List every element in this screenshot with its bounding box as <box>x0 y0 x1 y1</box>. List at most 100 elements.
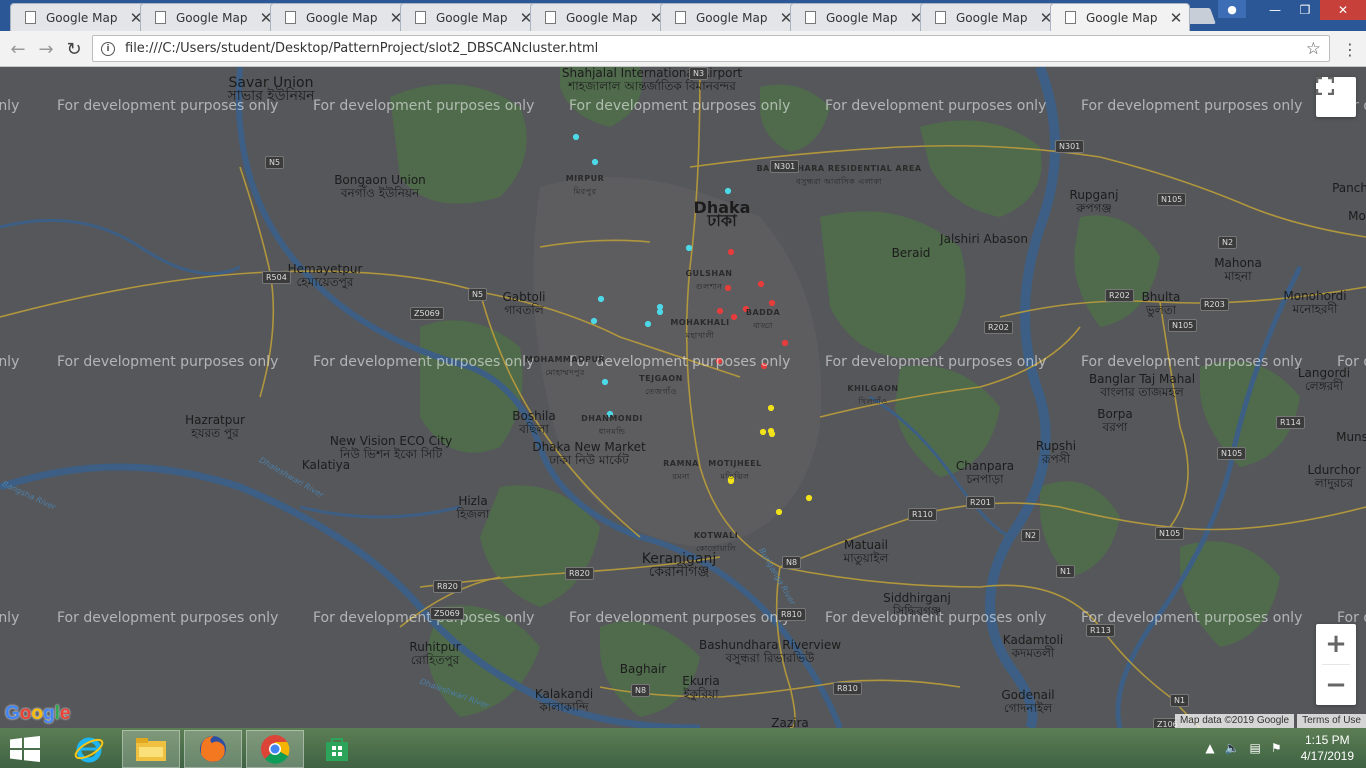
cluster-point-marker[interactable] <box>775 508 783 516</box>
restore-icon[interactable]: ❐ <box>1290 0 1320 20</box>
cluster-point-marker[interactable] <box>656 303 664 311</box>
cluster-point-marker[interactable] <box>597 295 605 303</box>
cluster-point-marker[interactable] <box>685 244 693 252</box>
place-label: Mahona মাহনা <box>1214 257 1262 283</box>
show-hidden-icons[interactable]: ▲ <box>1205 741 1214 755</box>
forward-icon[interactable]: → <box>34 37 58 61</box>
place-label: Siddhirganj সিদ্ধিরগঞ্জ <box>883 592 951 618</box>
browser-tab[interactable]: Google Map ✕ <box>920 3 1060 31</box>
place-label: Rupganj রুপগঞ্জ <box>1070 189 1119 215</box>
page-icon <box>805 11 816 24</box>
browser-tab[interactable]: Google Map ✕ <box>270 3 410 31</box>
store-icon[interactable] <box>308 730 366 768</box>
minimize-icon[interactable]: — <box>1260 0 1290 20</box>
page-icon <box>675 11 686 24</box>
area-label: RAMNA রমনা <box>663 457 699 483</box>
cluster-point-marker[interactable] <box>644 320 652 328</box>
fullscreen-button[interactable] <box>1316 77 1356 117</box>
area-name-bengali: বাড্ডা <box>753 321 773 330</box>
page-icon <box>285 11 296 24</box>
bookmark-star-icon[interactable]: ☆ <box>1306 39 1321 59</box>
dev-watermark: For development purposes only <box>0 354 20 370</box>
zoom-out-button[interactable]: − <box>1316 665 1356 705</box>
close-window-icon[interactable]: ✕ <box>1320 0 1366 20</box>
area-name: MOHAKHALI <box>670 318 730 327</box>
reload-icon[interactable]: ↻ <box>62 37 86 61</box>
map-canvas[interactable]: For development purposes only For develop… <box>0 67 1366 728</box>
volume-muted-icon[interactable]: 🔈 <box>1225 741 1240 755</box>
area-name: KOTWALI <box>693 531 739 540</box>
address-bar[interactable]: i ☆ <box>92 35 1330 62</box>
cluster-point-marker[interactable] <box>759 428 767 436</box>
cluster-point-marker[interactable] <box>768 299 776 307</box>
place-label: Ekuria ইকুরিয়া <box>682 675 719 701</box>
cluster-point-marker[interactable] <box>591 158 599 166</box>
cluster-point-marker[interactable] <box>727 248 735 256</box>
action-center-flag-icon[interactable]: ⚑ <box>1271 741 1282 755</box>
browser-tab[interactable]: Google Map ✕ <box>140 3 280 31</box>
browser-tab[interactable]: Google Map ✕ <box>10 3 150 31</box>
place-name-bengali: মাহনা <box>1224 269 1252 283</box>
back-icon[interactable]: ← <box>6 37 30 61</box>
cluster-point-marker[interactable] <box>767 404 775 412</box>
place-label: Beraid <box>892 247 931 260</box>
cluster-point-marker[interactable] <box>590 317 598 325</box>
cluster-point-marker[interactable] <box>656 308 664 316</box>
road-shield: N5 <box>265 156 285 169</box>
place-label: Jalshiri Abason <box>940 233 1028 246</box>
cluster-point-marker[interactable] <box>730 313 738 321</box>
place-name-bengali: গাবতলি <box>504 303 544 317</box>
internet-explorer-icon[interactable] <box>60 730 118 768</box>
browser-tab[interactable]: Google Map ✕ <box>790 3 930 31</box>
area-label: KOTWALI কোতোয়ালি <box>694 529 738 555</box>
firefox-icon[interactable] <box>184 730 242 768</box>
place-name-bengali: হযরত পুর <box>191 426 239 440</box>
place-name: Panch <box>1332 181 1366 195</box>
area-name: MOTIJHEEL <box>708 459 762 468</box>
cluster-point-marker[interactable] <box>757 280 765 288</box>
browser-tab-strip: Google Map ✕ Google Map ✕ Google Map ✕ Google … <box>0 0 1366 31</box>
page-icon <box>25 11 36 24</box>
place-label: Mo <box>1348 210 1366 223</box>
menu-icon[interactable]: ⋮ <box>1340 37 1360 61</box>
url-input[interactable] <box>125 41 1306 56</box>
place-name-bengali: লেঙ্গরদী <box>1304 379 1344 393</box>
zoom-in-button[interactable]: + <box>1316 624 1356 664</box>
close-tab-icon[interactable]: ✕ <box>1169 9 1183 27</box>
google-logo[interactable]: Google <box>5 703 70 725</box>
place-name-bengali: রুপগঞ্জ <box>1076 201 1112 215</box>
cluster-point-marker[interactable] <box>601 378 609 386</box>
dev-watermark: For development purposes only <box>313 354 535 370</box>
area-label: KHILGAON খিলগাঁও <box>847 382 898 408</box>
road-shield: N105 <box>1217 447 1247 460</box>
road-shield: N301 <box>1055 140 1085 153</box>
clock[interactable]: 1:15 PM 4/17/2019 <box>1301 732 1354 764</box>
place-label: Zazira <box>771 717 809 729</box>
file-explorer-icon[interactable] <box>122 730 180 768</box>
browser-tab[interactable]: Google Map ✕ <box>1050 3 1190 31</box>
dev-watermark: For development purposes only <box>1081 98 1303 114</box>
terms-of-use-link[interactable]: Terms of Use <box>1297 714 1366 728</box>
cluster-point-marker[interactable] <box>805 494 813 502</box>
tab-title: Google Map <box>566 10 638 25</box>
dev-watermark: For development purposes only <box>57 610 279 626</box>
cluster-point-marker[interactable] <box>768 430 776 438</box>
chrome-icon[interactable] <box>246 730 304 768</box>
place-name-bengali: বসুন্ধরা রিভারভিউ <box>725 651 815 665</box>
dev-watermark: For development purposes only <box>57 354 279 370</box>
road-shield: N105 <box>1157 193 1187 206</box>
cluster-point-marker[interactable] <box>724 187 732 195</box>
place-name-bengali: লাদুরচর <box>1314 476 1354 490</box>
browser-tab[interactable]: Google Map ✕ <box>400 3 540 31</box>
cluster-point-marker[interactable] <box>781 339 789 347</box>
place-name-bengali: মনোহরদী <box>1292 302 1338 316</box>
dev-watermark: For development purposes only <box>569 98 791 114</box>
profile-icon[interactable]: ● <box>1218 0 1246 18</box>
browser-tab[interactable]: Google Map ✕ <box>530 3 670 31</box>
start-windows-icon[interactable] <box>10 736 40 762</box>
cluster-point-marker[interactable] <box>716 307 724 315</box>
cluster-point-marker[interactable] <box>572 133 580 141</box>
network-icon[interactable]: ▤ <box>1250 741 1261 755</box>
info-icon[interactable]: i <box>101 41 115 56</box>
browser-tab[interactable]: Google Map ✕ <box>660 3 800 31</box>
